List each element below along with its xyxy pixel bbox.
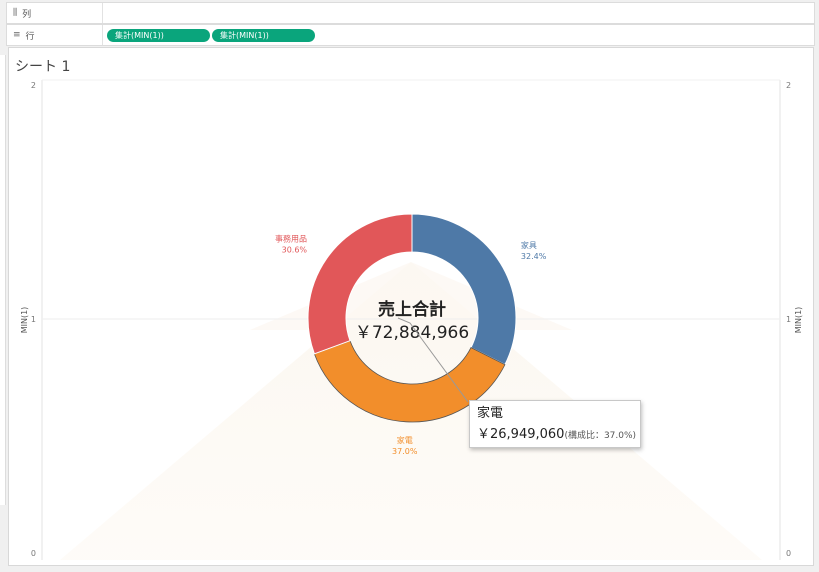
right-tick-2: 2 [786, 81, 791, 90]
tooltip-title: 家電 [477, 406, 504, 421]
donut-chart: 2 1 0 2 1 0 MIN(1) MIN(1) 家具 32.4% 家電 37.0%… [20, 79, 803, 560]
slice-label-2: 家電 [397, 435, 413, 445]
right-tick-0: 0 [786, 549, 791, 558]
right-tick-1: 1 [786, 315, 791, 324]
tooltip-value: ￥26,949,060 [477, 427, 565, 442]
right-axis-title: MIN(1) [794, 307, 803, 334]
left-axis-title: MIN(1) [20, 307, 29, 334]
slice-label-1: 家具 [521, 240, 537, 250]
slice-percent-1: 32.4% [521, 252, 547, 261]
left-tick-0: 0 [31, 549, 36, 558]
slice-percent-2: 37.0% [392, 447, 418, 456]
tooltip: 家電 ￥26,949,060(構成比：37.0%) [469, 400, 641, 448]
left-tick-1: 1 [31, 315, 36, 324]
slice-percent-3: 30.6% [282, 246, 308, 255]
center-title: 売上合計 [378, 299, 446, 320]
tooltip-note: (構成比：37.0%) [564, 431, 637, 441]
tooltip-line: ￥26,949,060(構成比：37.0%) [477, 425, 637, 444]
slice-label-3: 事務用品 [275, 234, 307, 244]
left-tick-2: 2 [31, 81, 36, 90]
